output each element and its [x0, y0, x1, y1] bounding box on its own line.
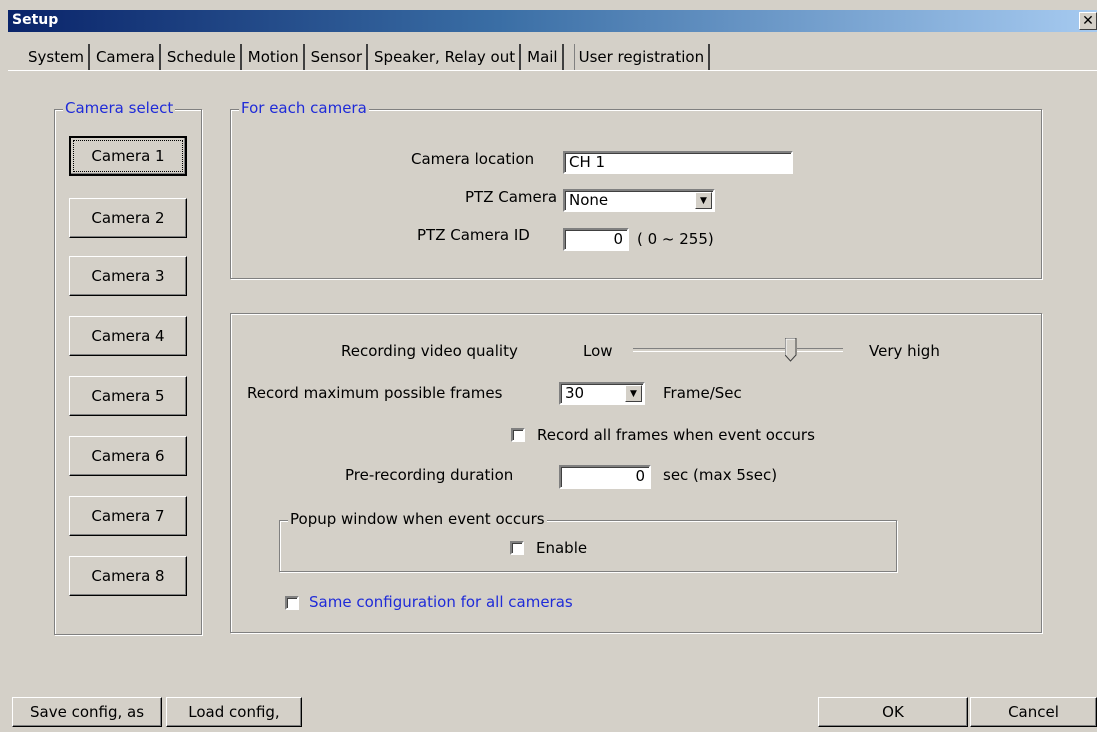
same-config-label[interactable]: Same configuration for all cameras	[309, 593, 573, 611]
max-frames-value: 30	[565, 384, 585, 402]
popup-legend: Popup window when event occurs	[288, 510, 547, 528]
tab-user-registration[interactable]: User registration	[573, 44, 711, 70]
cancel-button[interactable]: Cancel	[970, 697, 1097, 727]
prerecording-unit: sec (max 5sec)	[663, 466, 778, 484]
camera-location-field[interactable]: CH 1	[563, 151, 793, 174]
ok-button[interactable]: OK	[818, 697, 968, 727]
same-config-checkbox[interactable]	[285, 596, 299, 610]
max-frames-label: Record maximum possible frames	[247, 384, 503, 402]
record-all-frames-checkbox[interactable]	[511, 428, 525, 442]
recording-group: Recording video quality Low Very high Re…	[230, 313, 1042, 633]
tab-speaker-relay[interactable]: Speaker, Relay out	[370, 44, 522, 70]
ptz-camera-id-field[interactable]: 0	[563, 228, 629, 251]
ptz-camera-value: None	[569, 191, 609, 209]
save-config-button[interactable]: Save config, as	[12, 697, 162, 727]
popup-group: Popup window when event occurs Enable	[279, 510, 897, 572]
popup-enable-label[interactable]: Enable	[536, 539, 587, 557]
load-config-button[interactable]: Load config,	[166, 697, 302, 727]
camera-3-button[interactable]: Camera 3	[69, 256, 187, 296]
camera-8-button[interactable]: Camera 8	[69, 556, 187, 596]
tab-schedule[interactable]: Schedule	[163, 44, 242, 70]
max-frames-dropdown[interactable]: 30 ▼	[559, 382, 645, 405]
camera-tab-panel: Camera select Camera 1 Camera 2 Camera 3…	[8, 70, 1097, 682]
window-title: Setup	[12, 12, 59, 28]
chevron-down-icon[interactable]: ▼	[625, 385, 642, 402]
tab-motion[interactable]: Motion	[244, 44, 305, 70]
camera-2-button[interactable]: Camera 2	[69, 198, 187, 238]
recording-quality-label: Recording video quality	[341, 342, 518, 360]
quality-low-label: Low	[583, 342, 613, 360]
tab-camera[interactable]: Camera	[92, 44, 161, 70]
tab-mail[interactable]: Mail	[523, 44, 564, 70]
camera-1-button[interactable]: Camera 1	[69, 136, 187, 176]
chevron-down-icon[interactable]: ▼	[695, 192, 712, 209]
popup-enable-checkbox[interactable]	[510, 541, 524, 555]
prerecording-field[interactable]: 0	[559, 465, 651, 489]
record-all-frames-label[interactable]: Record all frames when event occurs	[537, 426, 815, 444]
per-camera-legend: For each camera	[239, 99, 369, 117]
ptz-camera-id-label: PTZ Camera ID	[417, 226, 530, 244]
tab-system[interactable]: System	[24, 44, 90, 70]
prerecording-label: Pre-recording duration	[345, 466, 514, 484]
title-bar: Setup ✕	[8, 10, 1097, 32]
ptz-camera-label: PTZ Camera	[465, 188, 558, 206]
camera-select-group: Camera select Camera 1 Camera 2 Camera 3…	[54, 99, 202, 635]
tab-sensor[interactable]: Sensor	[307, 44, 369, 70]
camera-4-button[interactable]: Camera 4	[69, 316, 187, 356]
quality-high-label: Very high	[869, 342, 940, 360]
tab-strip: System Camera Schedule Motion Sensor Spe…	[24, 44, 712, 70]
camera-select-legend: Camera select	[63, 99, 176, 117]
frames-unit-label: Frame/Sec	[663, 384, 742, 402]
ptz-camera-dropdown[interactable]: None ▼	[563, 189, 715, 212]
close-icon[interactable]: ✕	[1079, 12, 1097, 30]
camera-7-button[interactable]: Camera 7	[69, 496, 187, 536]
per-camera-group: For each camera Camera location CH 1 PTZ…	[230, 99, 1042, 279]
camera-6-button[interactable]: Camera 6	[69, 436, 187, 476]
camera-location-label: Camera location	[411, 150, 535, 168]
quality-slider-thumb[interactable]	[784, 338, 797, 362]
quality-slider-track[interactable]	[633, 348, 843, 352]
camera-5-button[interactable]: Camera 5	[69, 376, 187, 416]
ptz-camera-id-range: ( 0 ~ 255)	[637, 230, 714, 248]
setup-window: Setup ✕ System Camera Schedule Motion Se…	[0, 0, 1097, 732]
